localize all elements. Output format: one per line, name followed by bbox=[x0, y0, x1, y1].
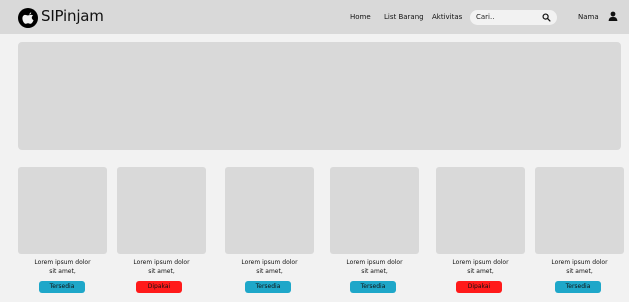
status-badge[interactable]: Tersedia bbox=[350, 281, 396, 293]
product-description: Lorem ipsum dolor sit amet, bbox=[117, 258, 206, 276]
brand-name[interactable]: SIPinjam bbox=[41, 7, 104, 25]
product-desc-line1: Lorem ipsum dolor bbox=[34, 259, 91, 266]
navbar: SIPinjam Home List Barang Aktivitas Cari… bbox=[0, 0, 629, 34]
product-image[interactable] bbox=[436, 167, 525, 254]
nav-list-barang[interactable]: List Barang bbox=[384, 13, 424, 21]
product-desc-line1: Lorem ipsum dolor bbox=[346, 259, 403, 266]
nav-home[interactable]: Home bbox=[350, 13, 371, 21]
hero-banner bbox=[18, 42, 621, 150]
search-placeholder: Cari.. bbox=[476, 13, 495, 21]
product-description: Lorem ipsum dolor sit amet, bbox=[436, 258, 525, 276]
product-image[interactable] bbox=[225, 167, 314, 254]
product-description: Lorem ipsum dolor sit amet, bbox=[330, 258, 419, 276]
product-description: Lorem ipsum dolor sit amet, bbox=[535, 258, 624, 276]
product-image[interactable] bbox=[117, 167, 206, 254]
search-input[interactable]: Cari.. bbox=[470, 10, 557, 25]
product-desc-line2: sit amet, bbox=[467, 268, 494, 275]
user-icon[interactable] bbox=[608, 11, 618, 21]
user-name[interactable]: Nama bbox=[578, 13, 599, 21]
product-desc-line1: Lorem ipsum dolor bbox=[452, 259, 509, 266]
product-desc-line2: sit amet, bbox=[256, 268, 283, 275]
nav-aktivitas[interactable]: Aktivitas bbox=[432, 13, 462, 21]
product-image[interactable] bbox=[330, 167, 419, 254]
status-badge[interactable]: Tersedia bbox=[555, 281, 601, 293]
product-desc-line2: sit amet, bbox=[148, 268, 175, 275]
product-desc-line2: sit amet, bbox=[566, 268, 593, 275]
status-badge[interactable]: Tersedia bbox=[39, 281, 85, 293]
search-icon[interactable] bbox=[542, 13, 551, 22]
product-description: Lorem ipsum dolor sit amet, bbox=[225, 258, 314, 276]
product-desc-line2: sit amet, bbox=[361, 268, 388, 275]
logo-icon[interactable] bbox=[18, 8, 38, 28]
product-desc-line1: Lorem ipsum dolor bbox=[551, 259, 608, 266]
product-image[interactable] bbox=[535, 167, 624, 254]
product-image[interactable] bbox=[18, 167, 107, 254]
product-desc-line2: sit amet, bbox=[49, 268, 76, 275]
status-badge[interactable]: Dipakai bbox=[456, 281, 502, 293]
product-desc-line1: Lorem ipsum dolor bbox=[241, 259, 298, 266]
status-badge[interactable]: Tersedia bbox=[245, 281, 291, 293]
product-description: Lorem ipsum dolor sit amet, bbox=[18, 258, 107, 276]
product-desc-line1: Lorem ipsum dolor bbox=[133, 259, 190, 266]
status-badge[interactable]: Dipakai bbox=[136, 281, 182, 293]
